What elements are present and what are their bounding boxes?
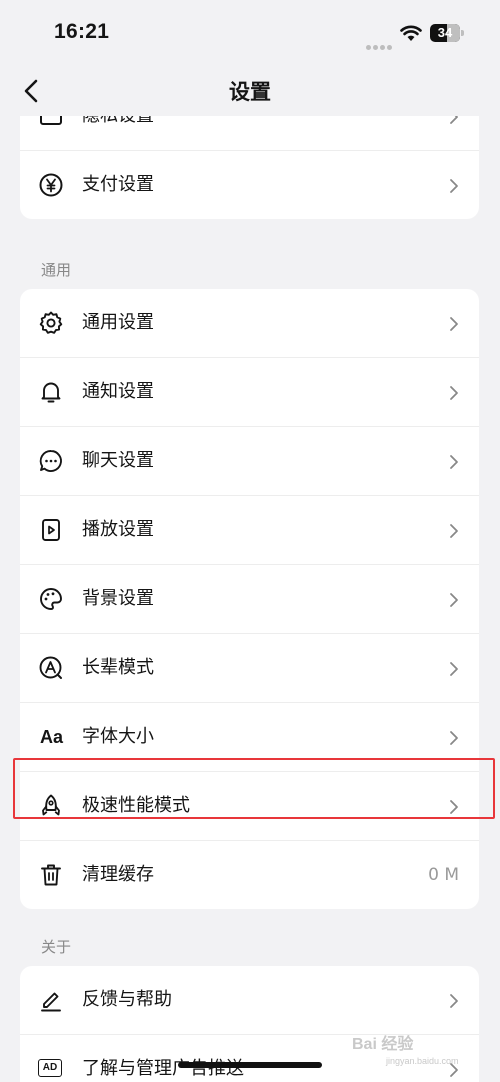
playback-settings-label: 播放设置 <box>82 519 154 540</box>
general-group: 通用设置 通知设置 聊天设置 播放设置 背景设置 长辈模式 Aa 字体大小 极速… <box>20 289 479 909</box>
chevron-right-icon <box>450 386 458 400</box>
chat-settings-label: 聊天设置 <box>82 450 154 471</box>
general-settings-item[interactable]: 通用设置 <box>20 289 479 358</box>
trash-icon <box>41 864 61 886</box>
bell-icon <box>41 382 61 403</box>
battery-level: 34 <box>437 25 453 40</box>
watermark-text: Bai 经验 <box>352 1036 414 1053</box>
clear-cache-label: 清理缓存 <box>82 864 154 885</box>
privacy-settings-item[interactable]: 隐私设置 <box>20 116 479 151</box>
background-settings-label: 背景设置 <box>82 588 154 609</box>
page-title: 设置 <box>229 80 271 104</box>
chat-bubble-icon <box>39 450 62 472</box>
play-file-icon <box>42 519 60 541</box>
account-group: 隐私设置 支付设置 <box>20 116 479 219</box>
chevron-right-icon <box>450 455 458 469</box>
notification-settings-item[interactable]: 通知设置 <box>20 358 479 427</box>
cellular-signal-icon <box>366 35 394 54</box>
navigation-bar: 设置 <box>0 66 500 116</box>
feedback-help-label: 反馈与帮助 <box>82 989 172 1010</box>
status-bar: 16:21 34 <box>0 0 500 66</box>
payment-settings-label: 支付设置 <box>82 174 154 195</box>
rocket-icon <box>42 794 60 816</box>
chevron-right-icon <box>450 994 458 1008</box>
privacy-settings-label: 隐私设置 <box>82 116 154 150</box>
elder-mode-item[interactable]: 长辈模式 <box>20 634 479 703</box>
chevron-right-icon <box>450 800 458 814</box>
privacy-icon <box>40 116 62 125</box>
ad-management-label: 了解与管理广告推送 <box>82 1058 244 1079</box>
wifi-icon <box>400 25 422 41</box>
battery-icon: 34 <box>430 24 464 42</box>
chevron-right-icon <box>450 179 458 193</box>
yen-icon <box>39 173 63 197</box>
font-size-label: 字体大小 <box>82 726 154 747</box>
chat-settings-item[interactable]: 聊天设置 <box>20 427 479 496</box>
about-section-title: 关于 <box>41 938 72 956</box>
home-indicator[interactable] <box>178 1062 322 1068</box>
background-settings-item[interactable]: 背景设置 <box>20 565 479 634</box>
feedback-help-item[interactable]: 反馈与帮助 <box>20 966 479 1035</box>
clear-cache-item[interactable]: 清理缓存 0 M <box>20 841 479 909</box>
cache-size-value: 0 M <box>428 865 459 885</box>
watermark-subtext: jingyan.baidu.com <box>386 1056 459 1066</box>
chevron-right-icon <box>450 317 458 331</box>
elder-mode-icon <box>39 656 62 679</box>
chevron-right-icon <box>450 524 458 538</box>
performance-mode-item[interactable]: 极速性能模式 <box>20 772 479 841</box>
status-time: 16:21 <box>54 20 110 43</box>
font-size-item[interactable]: Aa 字体大小 <box>20 703 479 772</box>
chevron-right-icon <box>450 593 458 607</box>
chevron-right-icon <box>450 116 458 124</box>
playback-settings-item[interactable]: 播放设置 <box>20 496 479 565</box>
ad-icon: AD <box>38 1059 62 1077</box>
settings-list[interactable]: 隐私设置 支付设置 通用 通用设置 通知设 <box>0 116 500 1082</box>
general-section-title: 通用 <box>41 261 72 279</box>
pencil-icon <box>41 992 61 1012</box>
watermark: Bai 经验 jingyan.baidu.com <box>352 1030 459 1066</box>
performance-mode-label: 极速性能模式 <box>82 795 190 816</box>
payment-settings-item[interactable]: 支付设置 <box>20 151 479 219</box>
elder-mode-label: 长辈模式 <box>82 657 154 678</box>
font-size-icon: Aa <box>40 727 64 747</box>
general-settings-label: 通用设置 <box>82 312 154 333</box>
notification-settings-label: 通知设置 <box>82 381 154 402</box>
chevron-right-icon <box>450 731 458 745</box>
palette-icon <box>40 588 62 610</box>
gear-icon <box>39 311 63 334</box>
chevron-right-icon <box>450 662 458 676</box>
